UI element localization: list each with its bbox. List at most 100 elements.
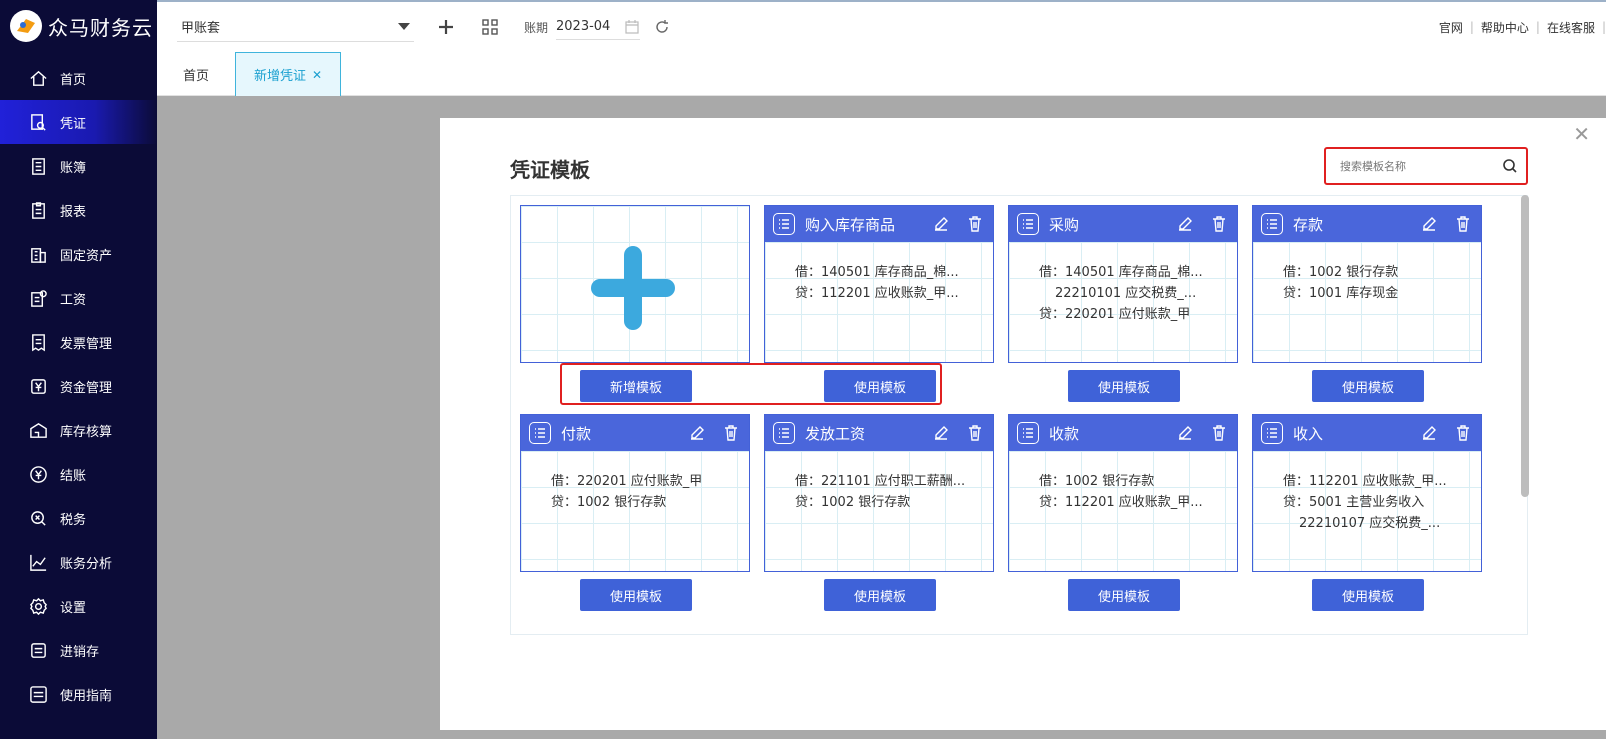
template-name: 收入 bbox=[1293, 424, 1324, 443]
sidebar-item-label: 账务分析 bbox=[60, 556, 113, 572]
entry-line: 22210107 应交税费_... bbox=[1299, 516, 1441, 531]
search-icon[interactable] bbox=[1502, 158, 1518, 174]
entry-line: 22210101 应交税费_... bbox=[1055, 286, 1197, 301]
entry-line: 贷：220201 应付账款_甲 bbox=[1039, 307, 1191, 322]
refresh-icon[interactable] bbox=[650, 15, 674, 39]
sidebar: 众马财务云 首页 凭证 账簿 报表 固定资产 工资 发票管理 资金管理 库存核算… bbox=[0, 0, 157, 739]
list-icon bbox=[1261, 213, 1283, 235]
add-icon[interactable] bbox=[434, 15, 458, 39]
sidebar-item-label: 结账 bbox=[60, 468, 87, 484]
template-name: 存款 bbox=[1293, 215, 1324, 234]
template-entries: 借：221101 应付职工薪酬... 贷：1002 银行存款 bbox=[765, 451, 993, 513]
template-card-header: 采购 bbox=[1009, 206, 1237, 242]
delete-icon[interactable] bbox=[965, 214, 985, 234]
tab-new-voucher[interactable]: 新增凭证 ✕ bbox=[235, 52, 341, 96]
link-online-support[interactable]: 在线客服 bbox=[1540, 19, 1602, 36]
sidebar-item-invoice[interactable]: 发票管理 bbox=[0, 320, 157, 364]
scrollbar[interactable] bbox=[1521, 195, 1529, 497]
delete-icon[interactable] bbox=[1209, 423, 1229, 443]
template-card[interactable]: 采购 借：140501 库存商品_棉... 22210101 应交税费_... … bbox=[1008, 205, 1238, 363]
sidebar-item-label: 设置 bbox=[60, 600, 87, 616]
entry-line: 贷：1002 银行存款 bbox=[551, 495, 667, 510]
use-template-button[interactable]: 使用模板 bbox=[1068, 370, 1180, 402]
sidebar-item-fixed-assets[interactable]: 固定资产 bbox=[0, 232, 157, 276]
link-help-center[interactable]: 帮助中心 bbox=[1474, 19, 1536, 36]
gear-icon bbox=[28, 596, 48, 616]
account-set-value: 甲账套 bbox=[181, 21, 221, 36]
sidebar-item-label: 进销存 bbox=[60, 644, 100, 660]
template-card[interactable]: 购入库存商品 借：140501 库存商品_棉... 贷：112201 应收账款_… bbox=[764, 205, 994, 363]
sidebar-item-closing[interactable]: 结账 bbox=[0, 452, 157, 496]
apps-grid-icon[interactable] bbox=[478, 15, 502, 39]
use-template-button[interactable]: 使用模板 bbox=[824, 579, 936, 611]
sidebar-item-label: 发票管理 bbox=[60, 336, 113, 352]
close-icon[interactable]: ✕ bbox=[312, 68, 322, 82]
use-template-button[interactable]: 使用模板 bbox=[1068, 579, 1180, 611]
sidebar-item-funds[interactable]: 资金管理 bbox=[0, 364, 157, 408]
template-card[interactable]: 存款 借：1002 银行存款 贷：1001 库存现金 bbox=[1252, 205, 1482, 363]
sidebar-item-home[interactable]: 首页 bbox=[0, 56, 157, 100]
delete-icon[interactable] bbox=[1453, 423, 1473, 443]
modal-title: 凭证模板 bbox=[510, 158, 590, 182]
edit-icon[interactable] bbox=[931, 214, 951, 234]
template-search-input[interactable]: 搜索模板名称 bbox=[1324, 147, 1528, 185]
sidebar-item-voucher[interactable]: 凭证 bbox=[0, 100, 157, 144]
sidebar-item-tax[interactable]: 税务 bbox=[0, 496, 157, 540]
template-card-header: 发放工资 bbox=[765, 415, 993, 451]
template-name: 付款 bbox=[561, 424, 592, 443]
period-input[interactable]: 2023-04 bbox=[556, 14, 641, 40]
template-card[interactable]: 收款 借：1002 银行存款 贷：112201 应收账款_甲... bbox=[1008, 414, 1238, 572]
template-card[interactable]: 收入 借：112201 应收账款_甲... 贷：5001 主营业务收入 2221… bbox=[1252, 414, 1482, 572]
use-template-button[interactable]: 使用模板 bbox=[1312, 579, 1424, 611]
edit-icon[interactable] bbox=[1175, 214, 1195, 234]
warehouse-icon bbox=[28, 420, 48, 440]
sidebar-item-purchase-sales-inventory[interactable]: 进销存 bbox=[0, 628, 157, 672]
close-icon[interactable]: ✕ bbox=[1573, 122, 1590, 146]
add-template-card[interactable] bbox=[520, 205, 750, 363]
sidebar-item-ledger[interactable]: 账簿 bbox=[0, 144, 157, 188]
entry-line: 贷：1001 库存现金 bbox=[1283, 286, 1399, 301]
delete-icon[interactable] bbox=[1209, 214, 1229, 234]
template-card[interactable]: 付款 借：220201 应付账款_甲 贷：1002 银行存款 bbox=[520, 414, 750, 572]
sidebar-item-label: 税务 bbox=[60, 512, 87, 528]
edit-icon[interactable] bbox=[1419, 423, 1439, 443]
sidebar-item-analysis[interactable]: 账务分析 bbox=[0, 540, 157, 584]
use-template-button[interactable]: 使用模板 bbox=[824, 370, 936, 402]
entry-line: 借：1002 银行存款 bbox=[1283, 265, 1399, 280]
link-official-site[interactable]: 官网 bbox=[1432, 19, 1470, 36]
template-name: 收款 bbox=[1049, 424, 1080, 443]
logo[interactable]: 众马财务云 bbox=[0, 0, 157, 52]
entry-line: 贷：112201 应收账款_甲... bbox=[1039, 495, 1203, 510]
use-template-button[interactable]: 使用模板 bbox=[1312, 370, 1424, 402]
inventory-icon bbox=[28, 640, 48, 660]
template-entries: 借：140501 库存商品_棉... 贷：112201 应收账款_甲... bbox=[765, 242, 993, 304]
delete-icon[interactable] bbox=[1453, 214, 1473, 234]
template-card-header: 付款 bbox=[521, 415, 749, 451]
tab-home[interactable]: 首页 bbox=[157, 52, 235, 96]
delete-icon[interactable] bbox=[965, 423, 985, 443]
account-set-select[interactable]: 甲账套 bbox=[177, 12, 414, 42]
sidebar-item-guide[interactable]: 使用指南 bbox=[0, 672, 157, 716]
list-icon bbox=[529, 422, 551, 444]
tab-label: 首页 bbox=[182, 68, 209, 84]
sidebar-item-report[interactable]: 报表 bbox=[0, 188, 157, 232]
edit-icon[interactable] bbox=[687, 423, 707, 443]
edit-icon[interactable] bbox=[931, 423, 951, 443]
sidebar-item-inventory-accounting[interactable]: 库存核算 bbox=[0, 408, 157, 452]
edit-icon[interactable] bbox=[1419, 214, 1439, 234]
delete-icon[interactable] bbox=[721, 423, 741, 443]
chevron-down-icon bbox=[398, 23, 410, 30]
template-card-header: 收款 bbox=[1009, 415, 1237, 451]
top-bar: 甲账套 账期 2023-04 官网 | 帮助中心 | 在线客服 | bbox=[157, 0, 1606, 52]
invoice-icon bbox=[28, 332, 48, 352]
edit-icon[interactable] bbox=[1175, 423, 1195, 443]
template-card[interactable]: 发放工资 借：221101 应付职工薪酬... 贷：1002 银行存款 bbox=[764, 414, 994, 572]
template-entries: 借：140501 库存商品_棉... 22210101 应交税费_... 贷：2… bbox=[1009, 242, 1237, 325]
add-template-button[interactable]: 新增模板 bbox=[580, 370, 692, 402]
top-links: 官网 | 帮助中心 | 在线客服 | bbox=[1432, 2, 1606, 52]
search-placeholder: 搜索模板名称 bbox=[1340, 160, 1406, 173]
sidebar-item-settings[interactable]: 设置 bbox=[0, 584, 157, 628]
use-template-button[interactable]: 使用模板 bbox=[580, 579, 692, 611]
sidebar-item-salary[interactable]: 工资 bbox=[0, 276, 157, 320]
list-icon bbox=[1017, 213, 1039, 235]
